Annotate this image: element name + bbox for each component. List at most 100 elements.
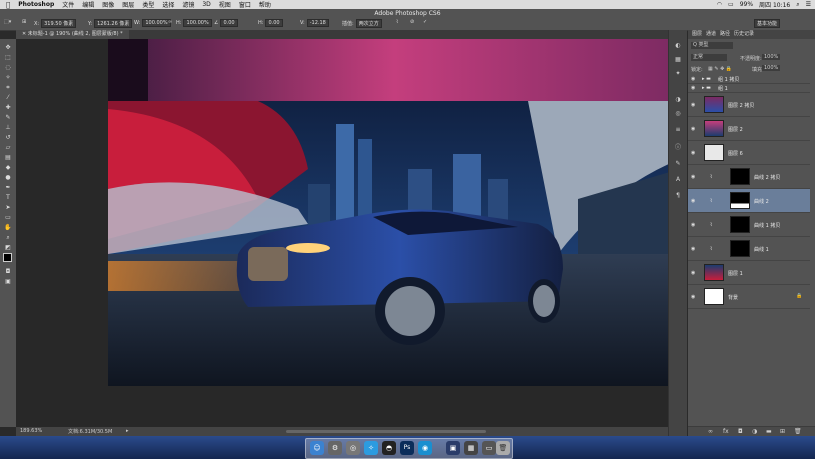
- eye-icon[interactable]: ◉: [691, 85, 695, 91]
- menu-3d[interactable]: 3D: [202, 1, 210, 8]
- canvas-area[interactable]: [16, 39, 680, 427]
- menu-image[interactable]: 图像: [102, 0, 114, 9]
- new-adjustment-icon[interactable]: ◑: [752, 428, 757, 435]
- add-mask-icon[interactable]: ◘: [738, 428, 743, 435]
- blend-mode-select[interactable]: 正常: [691, 54, 727, 61]
- swatches-panel-icon[interactable]: ▦: [673, 56, 683, 65]
- default-colors-icon[interactable]: ◩: [3, 243, 13, 252]
- photoshop-icon[interactable]: Ps: [400, 441, 414, 455]
- lasso-tool-icon[interactable]: ◌: [3, 63, 13, 72]
- new-group-icon[interactable]: ▬: [766, 428, 772, 435]
- layer-row-curves-2[interactable]: ◉ ⌇ 曲线 2: [688, 189, 810, 213]
- brush-tool-icon[interactable]: ✎: [3, 113, 13, 122]
- layer-name[interactable]: 图层 2 拷贝: [728, 102, 754, 109]
- link-icon[interactable]: ∞: [168, 19, 172, 26]
- y-field[interactable]: 1261.26 像素: [94, 19, 133, 28]
- zoom-tool-icon[interactable]: ⌕: [3, 233, 13, 242]
- menu-type[interactable]: 类型: [142, 0, 154, 9]
- layer-name[interactable]: 曲线 1 拷贝: [754, 222, 780, 229]
- horizontal-scrollbar[interactable]: [286, 430, 486, 433]
- layer-row-group-1[interactable]: ◉ ▸ ▬ 组 1: [688, 84, 810, 93]
- delete-layer-icon[interactable]: 🗑: [794, 428, 802, 435]
- paragraph-panel-icon[interactable]: ¶: [673, 192, 683, 201]
- commit-transform-icon[interactable]: ✓: [423, 19, 427, 26]
- document-canvas[interactable]: [108, 39, 680, 386]
- screenshot-app-icon[interactable]: ▣: [446, 441, 460, 455]
- hand-tool-icon[interactable]: ✋: [3, 223, 13, 232]
- eye-icon[interactable]: ◉: [691, 246, 695, 252]
- safari-icon[interactable]: ✧: [364, 441, 378, 455]
- layer-row-curves-1[interactable]: ◉ ⌇ 曲线 1: [688, 237, 810, 261]
- menu-window[interactable]: 窗口: [239, 0, 251, 9]
- eye-icon[interactable]: ◉: [691, 150, 695, 156]
- type-tool-icon[interactable]: T: [3, 193, 13, 202]
- eraser-tool-icon[interactable]: ▱: [3, 143, 13, 152]
- zoom-level[interactable]: 189.63%: [20, 428, 42, 434]
- transform-tool-icon[interactable]: ⬚▾: [4, 19, 11, 26]
- eye-icon[interactable]: ◉: [691, 294, 695, 300]
- angle-field[interactable]: 0.00: [220, 19, 238, 27]
- eye-icon[interactable]: ◉: [691, 102, 695, 108]
- app-menu[interactable]: Photoshop: [18, 1, 54, 8]
- menu-view[interactable]: 视图: [219, 0, 231, 9]
- launchpad-icon[interactable]: ◎: [346, 441, 360, 455]
- tab-history[interactable]: 历史记录: [734, 30, 754, 39]
- cancel-transform-icon[interactable]: ⊘: [410, 19, 414, 26]
- eye-icon[interactable]: ◉: [691, 222, 695, 228]
- document-info[interactable]: 文档:6.31M/30.5M: [68, 428, 112, 435]
- healing-brush-icon[interactable]: ✚: [3, 103, 13, 112]
- layer-name[interactable]: 组 1 拷贝: [718, 76, 739, 83]
- opacity-field[interactable]: 100%: [762, 54, 781, 60]
- layer-name[interactable]: 图层 1: [728, 270, 743, 277]
- quick-mask-icon[interactable]: ◘: [3, 267, 13, 276]
- eye-icon[interactable]: ◉: [691, 198, 695, 204]
- color-panel-icon[interactable]: ◐: [673, 42, 683, 51]
- path-select-icon[interactable]: ➤: [3, 203, 13, 212]
- settings-icon[interactable]: ⚙: [328, 441, 342, 455]
- qq-icon[interactable]: ◓: [382, 441, 396, 455]
- new-layer-icon[interactable]: ⊞: [780, 428, 785, 435]
- eye-icon[interactable]: ◉: [691, 126, 695, 132]
- layer-mask-thumbnail[interactable]: [730, 192, 750, 209]
- clone-stamp-icon[interactable]: ⊥: [3, 123, 13, 132]
- layer-name[interactable]: 曲线 2 拷贝: [754, 174, 780, 181]
- layer-mask-thumbnail[interactable]: [730, 168, 750, 185]
- height-field[interactable]: 100.00%: [183, 19, 212, 27]
- wifi-icon[interactable]: ◠: [717, 1, 722, 8]
- hskew-field[interactable]: 0.00: [265, 19, 283, 27]
- layer-name[interactable]: 曲线 2: [754, 198, 769, 205]
- layer-name[interactable]: 曲线 1: [754, 246, 769, 253]
- battery-icon[interactable]: ▭: [728, 1, 734, 8]
- layer-row-group-1-copy[interactable]: ◉ ▸ ▬ 组 1 拷贝: [688, 75, 810, 84]
- crop-tool-icon[interactable]: ⌗: [3, 83, 13, 92]
- move-tool-icon[interactable]: ✥: [3, 43, 13, 52]
- width-field[interactable]: 100.00%: [142, 19, 171, 27]
- x-field[interactable]: 319.50 像素: [41, 19, 77, 28]
- eye-icon[interactable]: ◉: [691, 174, 695, 180]
- menu-filter[interactable]: 滤镜: [182, 0, 194, 9]
- spotlight-icon[interactable]: ⌕: [796, 1, 799, 9]
- gradient-tool-icon[interactable]: ▤: [3, 153, 13, 162]
- link-layers-icon[interactable]: ∞: [708, 428, 713, 435]
- eye-icon[interactable]: ◉: [691, 270, 695, 276]
- layer-mask-thumbnail[interactable]: [730, 240, 750, 257]
- layer-mask-thumbnail[interactable]: [730, 216, 750, 233]
- interpolation-select[interactable]: 两次立方: [355, 19, 382, 28]
- blur-tool-icon[interactable]: ◆: [3, 163, 13, 172]
- lock-icons[interactable]: ▦ ✎ ✥ 🔒: [708, 66, 732, 72]
- layer-row-layer-1[interactable]: ◉ 图层 1: [688, 261, 810, 285]
- window-app-icon[interactable]: ▭: [482, 441, 496, 455]
- tab-layers[interactable]: 图层: [692, 30, 702, 39]
- masks-panel-icon[interactable]: ◎: [673, 110, 683, 119]
- foreground-color-swatch[interactable]: [3, 253, 12, 262]
- screen-mode-icon[interactable]: ▣: [3, 277, 13, 286]
- fill-field[interactable]: 100%: [762, 65, 781, 71]
- eyedropper-icon[interactable]: ⁄: [3, 93, 13, 102]
- apple-icon[interactable]: : [6, 1, 10, 9]
- layer-name[interactable]: 背景: [728, 294, 738, 301]
- rectangle-tool-icon[interactable]: ▭: [3, 213, 13, 222]
- magic-wand-icon[interactable]: ✧: [3, 73, 13, 82]
- reference-point-icon[interactable]: ⊞: [22, 19, 26, 26]
- menu-help[interactable]: 帮助: [259, 0, 271, 9]
- dodge-tool-icon[interactable]: ●: [3, 173, 13, 182]
